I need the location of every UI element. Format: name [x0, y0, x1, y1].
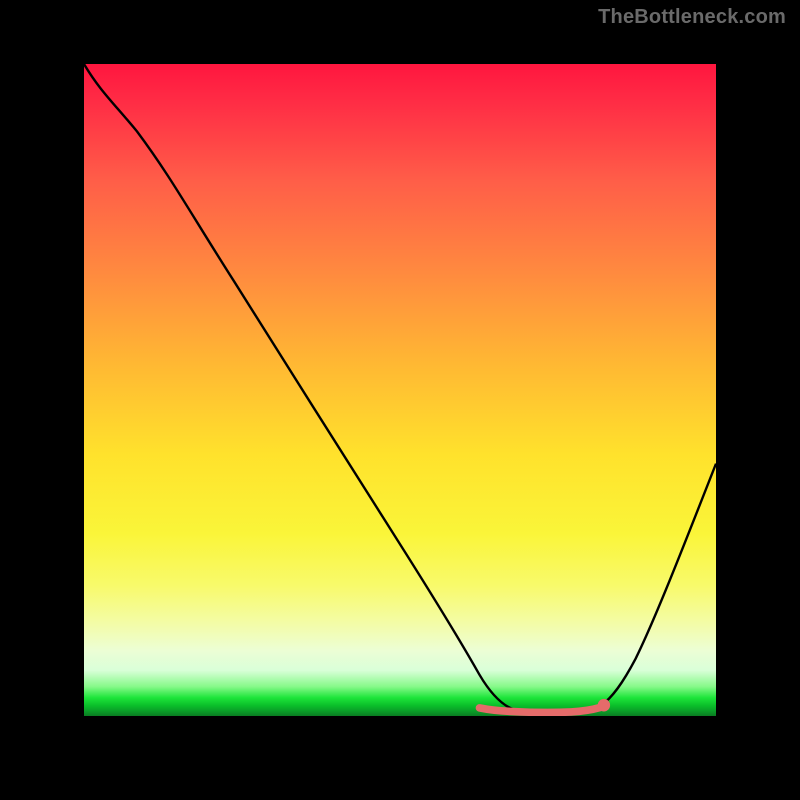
attribution-label: TheBottleneck.com [598, 6, 786, 29]
optimal-range-end-dot [598, 699, 610, 712]
bottleneck-curve [84, 64, 716, 713]
optimal-range-marker [479, 707, 600, 712]
plot-area [84, 64, 716, 716]
chart-frame [0, 0, 800, 800]
chart-svg [84, 64, 716, 716]
